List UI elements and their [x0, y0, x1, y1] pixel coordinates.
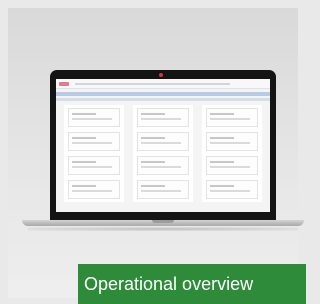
app-logo	[59, 81, 69, 86]
camera-dot	[159, 73, 163, 77]
dashboard-tile	[137, 108, 189, 127]
laptop-notch	[152, 220, 174, 223]
filter-band	[56, 98, 270, 101]
laptop-icon	[50, 70, 276, 220]
app-header	[56, 79, 270, 89]
dashboard-tile	[68, 132, 120, 151]
dashboard-tile	[206, 132, 258, 151]
dashboard-tile	[68, 108, 120, 127]
laptop-shadow	[28, 227, 298, 231]
dashboard-tile	[137, 156, 189, 175]
laptop-base	[22, 220, 304, 226]
dashboard-tile	[137, 180, 189, 199]
dashboard-tile	[206, 108, 258, 127]
dashboard-tile	[206, 156, 258, 175]
dashboard-tile	[68, 156, 120, 175]
header-line	[75, 82, 230, 85]
laptop-screen	[56, 79, 270, 212]
dashboard-columns	[56, 105, 270, 202]
dashboard-tile	[206, 180, 258, 199]
dashboard-tile	[137, 132, 189, 151]
dashboard-column	[202, 105, 262, 202]
product-card[interactable]	[8, 8, 304, 298]
dashboard-tile	[68, 180, 120, 199]
dashboard-column	[133, 105, 193, 202]
dashboard-column	[64, 105, 124, 202]
toolbar-band	[56, 92, 270, 96]
caption-label[interactable]: Operational overview	[78, 264, 306, 304]
